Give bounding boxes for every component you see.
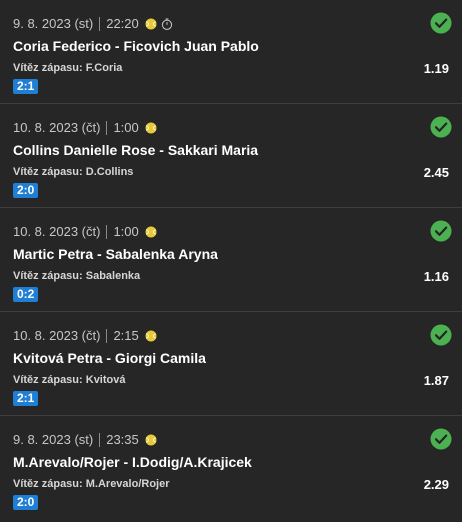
- market-label: Vítěz zápasu:: [13, 62, 83, 74]
- bet-card[interactable]: 10. 8. 2023 (čt) 1:00 Collins Danielle R…: [0, 104, 462, 208]
- match-name: Kvitová Petra - Giorgi Camila: [13, 350, 206, 366]
- bet-card[interactable]: 10. 8. 2023 (čt) 2:15 Kvitová Petra - Gi…: [0, 312, 462, 416]
- bet-selection: Vítěz zápasu: Kvitová: [13, 374, 126, 386]
- market-label: Vítěz zápasu:: [13, 478, 83, 490]
- selection-value: F.Coria: [85, 62, 123, 74]
- divider: [99, 432, 101, 447]
- market-label: Vítěz zápasu:: [13, 374, 83, 386]
- match-meta: 10. 8. 2023 (čt) 1:00: [13, 120, 157, 135]
- bet-selection: Vítěz zápasu: F.Coria: [13, 62, 122, 74]
- match-date: 9. 8. 2023 (st): [13, 432, 94, 447]
- score-badge: 0:2: [13, 287, 39, 302]
- score-badge: 2:0: [13, 183, 39, 198]
- match-date: 10. 8. 2023 (čt): [13, 328, 101, 343]
- odds-value: 1.87: [423, 373, 449, 388]
- match-name: M.Arevalo/Rojer - I.Dodig/A.Krajicek: [13, 454, 252, 470]
- stopwatch-icon: [161, 17, 172, 30]
- odds-value: 1.16: [423, 269, 449, 284]
- match-name: Collins Danielle Rose - Sakkari Maria: [13, 142, 259, 158]
- match-meta: 10. 8. 2023 (čt) 2:15: [13, 328, 157, 343]
- match-time: 22:20: [106, 16, 139, 31]
- score-badge: 2:1: [13, 391, 39, 406]
- match-time: 1:00: [113, 224, 139, 239]
- bet-card[interactable]: 9. 8. 2023 (st) 23:35 M.Arevalo/Rojer - …: [0, 416, 462, 520]
- match-name: Coria Federico - Ficovich Juan Pablo: [13, 38, 259, 54]
- odds-value: 2.45: [423, 165, 449, 180]
- divider: [106, 120, 108, 135]
- market-label: Vítěz zápasu:: [13, 166, 83, 178]
- market-label: Vítěz zápasu:: [13, 270, 83, 282]
- tennis-ball-icon: [145, 122, 157, 133]
- match-time: 23:35: [106, 432, 139, 447]
- bet-selection: Vítěz zápasu: M.Arevalo/Rojer: [13, 478, 170, 490]
- match-meta: 10. 8. 2023 (čt) 1:00: [13, 224, 157, 239]
- odds-value: 2.29: [423, 477, 449, 492]
- bet-history-list: 9. 8. 2023 (st) 22:20 Coria Federico - F…: [0, 0, 462, 520]
- divider: [106, 328, 108, 343]
- match-date: 10. 8. 2023 (čt): [13, 224, 101, 239]
- match-time: 1:00: [113, 120, 139, 135]
- tennis-ball-icon: [145, 226, 157, 237]
- check-circle-icon: [430, 220, 452, 242]
- bet-card[interactable]: 9. 8. 2023 (st) 22:20 Coria Federico - F…: [0, 0, 462, 104]
- divider: [99, 16, 101, 31]
- tennis-ball-icon: [145, 18, 157, 29]
- divider: [106, 224, 108, 239]
- match-time: 2:15: [113, 328, 139, 343]
- check-circle-icon: [430, 116, 452, 138]
- check-circle-icon: [430, 12, 452, 34]
- score-badge: 2:1: [13, 79, 39, 94]
- check-circle-icon: [430, 324, 452, 346]
- bet-selection: Vítěz zápasu: Sabalenka: [13, 270, 140, 282]
- check-circle-icon: [430, 428, 452, 450]
- match-name: Martic Petra - Sabalenka Aryna: [13, 246, 218, 262]
- match-meta: 9. 8. 2023 (st) 22:20: [13, 16, 173, 31]
- match-date: 9. 8. 2023 (st): [13, 16, 94, 31]
- score-badge: 2:0: [13, 495, 39, 510]
- selection-value: Sabalenka: [85, 270, 141, 282]
- match-meta: 9. 8. 2023 (st) 23:35: [13, 432, 157, 447]
- bet-selection: Vítěz zápasu: D.Collins: [13, 166, 133, 178]
- selection-value: M.Arevalo/Rojer: [85, 478, 170, 490]
- selection-value: Kvitová: [85, 374, 126, 386]
- tennis-ball-icon: [145, 434, 157, 445]
- tennis-ball-icon: [145, 330, 157, 341]
- bet-card[interactable]: 10. 8. 2023 (čt) 1:00 Martic Petra - Sab…: [0, 208, 462, 312]
- odds-value: 1.19: [423, 61, 449, 76]
- match-date: 10. 8. 2023 (čt): [13, 120, 101, 135]
- selection-value: D.Collins: [85, 166, 134, 178]
